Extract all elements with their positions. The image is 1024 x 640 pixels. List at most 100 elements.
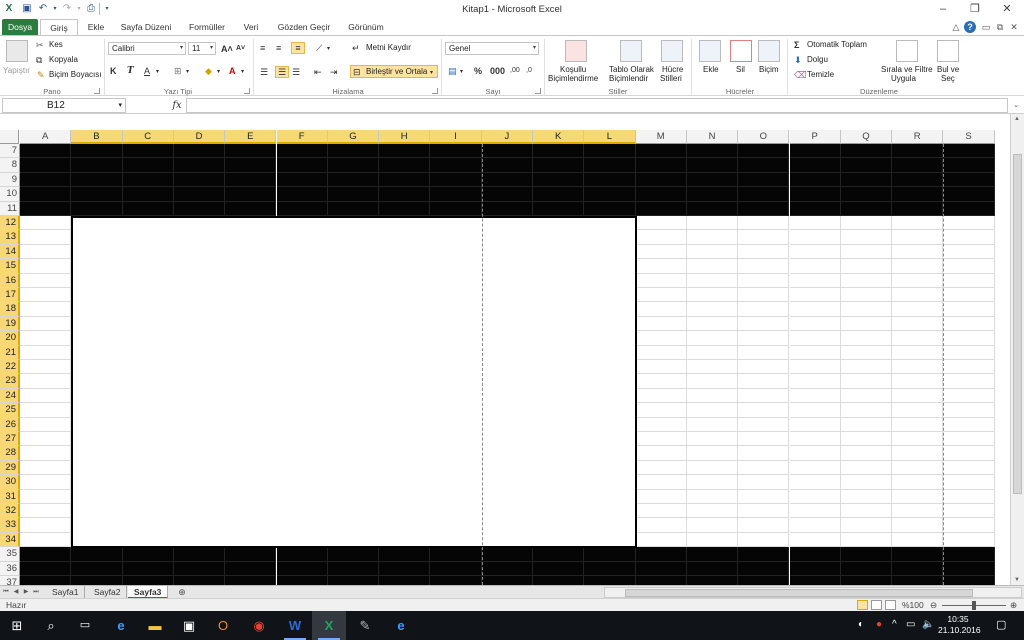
number-format-select[interactable]: Genel ▾ [445, 42, 539, 55]
cell[interactable] [738, 417, 790, 432]
clear-button[interactable]: Temizle [807, 70, 834, 80]
cell[interactable] [20, 489, 72, 504]
cell[interactable] [122, 172, 174, 188]
cell[interactable] [327, 187, 380, 202]
cell[interactable] [943, 504, 995, 519]
cell[interactable] [840, 316, 893, 332]
font-name-select[interactable]: Calibri ▾ [108, 42, 186, 55]
cell[interactable] [71, 144, 123, 159]
cell[interactable] [840, 374, 893, 389]
cell[interactable] [20, 172, 72, 188]
paint-icon[interactable]: ✎ [348, 611, 382, 640]
shrink-font-icon[interactable]: A˅ [236, 44, 245, 54]
cell[interactable] [122, 201, 174, 216]
cell[interactable] [943, 547, 995, 562]
internet-explorer-icon[interactable]: e [384, 611, 418, 640]
cell[interactable] [738, 331, 790, 346]
cell[interactable] [840, 561, 893, 576]
cell[interactable] [635, 158, 687, 173]
cell[interactable] [20, 432, 72, 447]
cell[interactable] [892, 518, 944, 533]
cell[interactable] [943, 432, 995, 447]
cell[interactable] [840, 475, 893, 490]
cell[interactable] [789, 576, 841, 585]
cell[interactable] [840, 216, 893, 231]
cell[interactable] [738, 187, 790, 202]
vertical-scroll-thumb[interactable] [1013, 154, 1022, 494]
cell[interactable] [20, 244, 72, 260]
cell[interactable] [71, 201, 123, 216]
cell[interactable] [276, 172, 328, 188]
cell[interactable] [20, 360, 72, 375]
cell[interactable] [379, 172, 431, 188]
cell[interactable] [943, 446, 995, 461]
font-color-dropdown-icon[interactable]: ▾ [241, 67, 244, 77]
tab-view[interactable]: Görünüm [342, 19, 390, 35]
cell[interactable] [840, 230, 893, 245]
cell[interactable] [686, 432, 739, 447]
cell[interactable] [276, 576, 328, 585]
cell[interactable] [71, 547, 123, 562]
cell-styles-label-2[interactable]: Stilleri [660, 74, 682, 84]
excel-taskbar-icon[interactable]: X [312, 611, 346, 640]
cell[interactable] [943, 374, 995, 389]
cell[interactable] [789, 403, 841, 418]
cell[interactable] [379, 201, 431, 216]
column-header-n[interactable]: N [686, 130, 739, 144]
clipboard-launcher-icon[interactable] [94, 88, 100, 94]
font-launcher-icon[interactable] [244, 88, 250, 94]
cell[interactable] [481, 158, 533, 173]
cell[interactable] [738, 244, 790, 260]
row-header-23[interactable]: 23 [0, 374, 20, 389]
row-header-31[interactable]: 31 [0, 489, 20, 504]
cell[interactable] [943, 201, 995, 216]
cell[interactable] [71, 561, 123, 576]
cell[interactable] [173, 158, 226, 173]
cell[interactable] [943, 561, 995, 576]
cell[interactable] [379, 158, 431, 173]
column-header-p[interactable]: P [789, 130, 841, 144]
cell[interactable] [789, 216, 841, 231]
cell[interactable] [738, 345, 790, 360]
cell[interactable] [789, 187, 841, 202]
column-header-d[interactable]: D [173, 130, 226, 144]
cell[interactable] [789, 561, 841, 576]
conditional-formatting-icon[interactable] [565, 40, 587, 62]
cell[interactable] [584, 158, 636, 173]
cell[interactable] [892, 403, 944, 418]
cell[interactable] [533, 547, 585, 562]
cell[interactable] [635, 172, 687, 188]
zoom-level[interactable]: %100 [902, 600, 924, 611]
cell[interactable] [943, 388, 995, 404]
decrease-indent-icon[interactable]: ⇤ [314, 67, 322, 77]
start-windows-icon[interactable]: ⊞ [0, 611, 34, 640]
cell[interactable] [943, 417, 995, 432]
cell[interactable] [789, 331, 841, 346]
cell[interactable] [840, 518, 893, 533]
cell[interactable] [892, 302, 944, 317]
orientation-icon[interactable]: ⟋ [316, 43, 322, 53]
cell[interactable] [20, 504, 72, 519]
cell[interactable] [840, 360, 893, 375]
column-header-j[interactable]: J [481, 130, 533, 144]
cell[interactable] [533, 576, 585, 585]
align-left-icon[interactable]: ☰ [260, 67, 268, 77]
format-as-table-label-2[interactable]: Biçimlendir [609, 74, 648, 84]
cell[interactable] [173, 144, 226, 159]
fill-button[interactable]: Dolgu [807, 55, 828, 65]
cell[interactable] [481, 172, 533, 188]
cell[interactable] [20, 216, 72, 231]
format-as-table-icon[interactable] [620, 40, 642, 62]
decrease-decimal-icon[interactable]: ,0 [526, 66, 532, 76]
cell[interactable] [225, 547, 277, 562]
cell[interactable] [686, 259, 739, 274]
cell[interactable] [686, 388, 739, 404]
align-middle-icon[interactable]: ≡ [276, 43, 281, 53]
grow-font-icon[interactable]: A˄ [221, 44, 233, 54]
cell[interactable] [635, 216, 687, 231]
cell[interactable] [635, 518, 687, 533]
cell[interactable] [20, 561, 72, 576]
cell[interactable] [840, 489, 893, 504]
cell[interactable] [840, 460, 893, 476]
cell[interactable] [943, 489, 995, 504]
